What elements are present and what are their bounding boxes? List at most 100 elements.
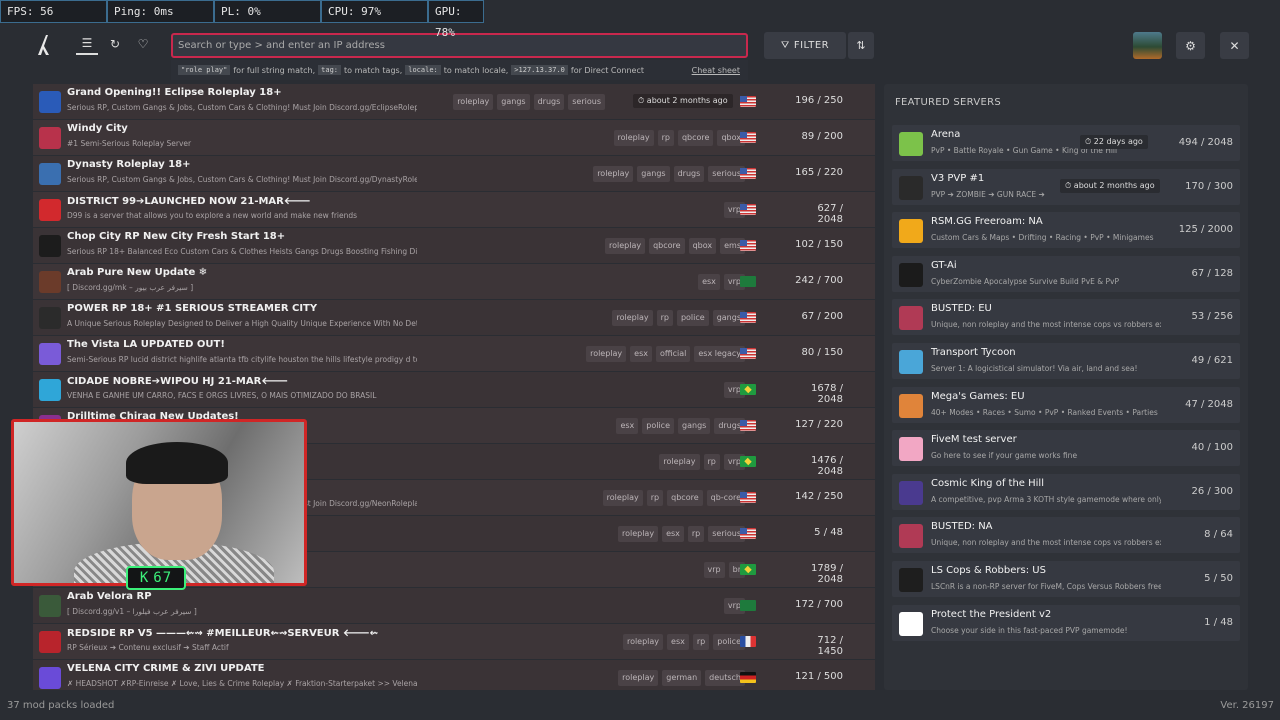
server-description: VENHA E GANHE UM CARRO, FACS E ORGS LIVR… bbox=[67, 391, 377, 400]
server-row[interactable]: VELENA CITY CRIME & ZIVI UPDATE ✗ HEADSHO… bbox=[33, 660, 875, 690]
server-tag[interactable]: roleplay bbox=[602, 490, 643, 506]
featured-server-card[interactable]: Transport Tycoon Server 1: A logicistical… bbox=[892, 343, 1240, 379]
server-tag[interactable]: gangs bbox=[678, 418, 711, 434]
featured-server-icon bbox=[899, 262, 923, 287]
server-icon bbox=[39, 163, 61, 185]
server-tag[interactable]: official bbox=[656, 346, 691, 362]
server-tag[interactable]: roleplay bbox=[593, 166, 634, 182]
server-tag[interactable]: police bbox=[642, 418, 675, 434]
server-tag[interactable]: roleplay bbox=[612, 310, 653, 326]
featured-server-card[interactable]: Arena PvP • Battle Royale • Gun Game • Ki… bbox=[892, 125, 1240, 161]
flag-us-icon bbox=[740, 204, 756, 215]
server-row[interactable]: Arab Pure New Update ❄ [ Discord.gg/mk – … bbox=[33, 264, 875, 300]
server-tag[interactable]: rp bbox=[646, 490, 664, 506]
player-count: 47 / 2048 bbox=[1185, 398, 1233, 410]
featured-server-description: CyberZombie Apocalypse Survive Build PvE… bbox=[931, 276, 1119, 286]
cheat-sheet-link[interactable]: Cheat sheet bbox=[692, 66, 740, 75]
server-tag[interactable]: rp bbox=[703, 454, 720, 470]
server-tag[interactable]: rp bbox=[657, 130, 674, 146]
server-tag[interactable]: gangs bbox=[497, 94, 530, 110]
server-tag[interactable]: rp bbox=[687, 526, 705, 542]
server-row[interactable]: POWER RP 18+ #1 SERIOUS STREAMER CITY A U… bbox=[33, 300, 875, 336]
featured-server-card[interactable]: GT-Ai CyberZombie Apocalypse Survive Buil… bbox=[892, 255, 1240, 292]
server-tag[interactable]: esx bbox=[630, 346, 652, 362]
kick-logo-icon: K bbox=[139, 570, 150, 586]
server-tag[interactable]: qbcore bbox=[649, 238, 685, 254]
server-tag[interactable]: roleplay bbox=[604, 238, 646, 254]
server-tag[interactable]: qbcore bbox=[667, 490, 703, 506]
webcam-badge-count: 67 bbox=[153, 570, 173, 586]
filter-button[interactable]: ⛛ FILTER bbox=[764, 32, 846, 59]
featured-server-card[interactable]: Mega's Games: EU 40+ Modes • Races • Sumo… bbox=[892, 386, 1240, 423]
server-icon bbox=[39, 667, 61, 689]
server-tag[interactable]: gangs bbox=[637, 166, 670, 182]
player-count: 67 / 200 bbox=[801, 311, 843, 322]
server-tag[interactable]: qbcore bbox=[677, 130, 714, 146]
server-tag[interactable]: roleplay bbox=[613, 130, 654, 146]
featured-server-card[interactable]: Cosmic King of the Hill A competitive, pv… bbox=[892, 473, 1240, 510]
server-tag[interactable]: roleplay bbox=[618, 670, 659, 686]
server-tag[interactable]: roleplay bbox=[617, 526, 659, 542]
server-row[interactable]: The Vista LA UPDATED OUT! Semi-Serious RP… bbox=[33, 336, 875, 372]
search-input[interactable]: Search or type > and enter an IP address bbox=[171, 33, 748, 58]
close-button[interactable]: ✕ bbox=[1220, 32, 1249, 59]
featured-server-description: A competitive, pvp Arma 3 KOTH style gam… bbox=[931, 494, 1161, 504]
settings-button[interactable]: ⚙ bbox=[1176, 32, 1205, 59]
featured-server-icon bbox=[899, 219, 923, 244]
server-tag[interactable]: esx bbox=[662, 526, 684, 542]
history-icon[interactable]: ↻ bbox=[104, 33, 126, 55]
flag-us-icon bbox=[740, 96, 756, 107]
server-name: The Vista LA UPDATED OUT! bbox=[67, 339, 225, 350]
server-name: REDSIDE RP V5 ———⇜⇝ #MEILLEUR⇜⇝SERVEUR 🡐… bbox=[67, 628, 379, 639]
featured-server-card[interactable]: BUSTED: NA Unique, non roleplay and the m… bbox=[892, 517, 1240, 554]
server-name: Dynasty Roleplay 18+ bbox=[67, 159, 191, 170]
mod-packs-status: 37 mod packs loaded bbox=[7, 700, 115, 711]
server-tag[interactable]: drugs bbox=[533, 94, 565, 110]
player-count: 8 / 64 bbox=[1204, 529, 1233, 541]
featured-server-card[interactable]: RSM.GG Freeroam: NA Custom Cars & Maps • … bbox=[892, 212, 1240, 249]
server-row[interactable]: Arab Velora RP [ Discord.gg/v1 – سيرفر عر… bbox=[33, 588, 875, 624]
featured-server-card[interactable]: BUSTED: EU Unique, non roleplay and the m… bbox=[892, 299, 1240, 336]
flag-br-icon bbox=[740, 384, 756, 395]
server-row[interactable]: CIDADE NOBRE➔WIPOU HJ 21-MAR🡐 VENHA E GAN… bbox=[33, 372, 875, 408]
sort-button[interactable]: ⇅ bbox=[848, 32, 874, 59]
server-row[interactable]: DISTRICT 99➔LAUNCHED NOW 21-MAR🡐 D99 is a… bbox=[33, 192, 875, 228]
server-tag[interactable]: roleplay bbox=[586, 346, 627, 362]
server-tag[interactable]: esx bbox=[698, 274, 720, 290]
server-row[interactable]: Dynasty Roleplay 18+ Serious RP, Custom G… bbox=[33, 156, 875, 192]
server-row[interactable]: Windy City #1 Semi-Serious Roleplay Serve… bbox=[33, 120, 875, 156]
server-list-icon[interactable]: ☰ bbox=[76, 33, 98, 55]
server-row[interactable]: Chop City RP New City Fresh Start 18+ Ser… bbox=[33, 228, 875, 264]
featured-server-card[interactable]: FiveM test server Go here to see if your … bbox=[892, 430, 1240, 467]
server-tag[interactable]: drugs bbox=[673, 166, 705, 182]
featured-server-card[interactable]: LS Cops & Robbers: US LSCnR is a non-RP s… bbox=[892, 561, 1240, 597]
server-tag[interactable]: serious bbox=[568, 94, 605, 110]
favorites-heart-icon[interactable]: ♡ bbox=[132, 33, 154, 55]
server-tag[interactable]: roleplay bbox=[453, 94, 494, 110]
player-count: 5 / 48 bbox=[814, 527, 843, 538]
fivem-logo-icon[interactable] bbox=[36, 34, 56, 56]
server-tag[interactable]: roleplay bbox=[622, 634, 664, 650]
server-tag[interactable]: roleplay bbox=[659, 454, 700, 470]
updated-text: about 2 months ago bbox=[1073, 180, 1155, 190]
server-tag[interactable]: rp bbox=[692, 634, 710, 650]
server-tag[interactable]: esx legacy bbox=[694, 346, 745, 362]
server-tag[interactable]: vrp bbox=[703, 562, 725, 578]
server-tags: roleplay rp qbcore qbox bbox=[613, 130, 745, 146]
featured-server-card[interactable]: V3 PVP #1 PVP ➔ ZOMBIE ➔ GUN RACE ➔ ⏱ abou… bbox=[892, 168, 1240, 205]
server-tag[interactable]: police bbox=[676, 310, 709, 326]
server-tag[interactable]: esx bbox=[667, 634, 689, 650]
performance-overlay: FPS: 56 Ping: 0ms PL: 0% CPU: 97% GPU: 7… bbox=[0, 0, 484, 39]
featured-server-card[interactable]: Protect the President v2 Choose your side… bbox=[892, 604, 1240, 641]
profile-avatar[interactable] bbox=[1133, 32, 1162, 59]
server-row[interactable]: Grand Opening!! Eclipse Roleplay 18+ Seri… bbox=[33, 84, 875, 120]
updated-text: 22 days ago bbox=[1093, 137, 1143, 146]
player-count: 712 / 1450 bbox=[817, 635, 843, 657]
server-tag[interactable]: qbox bbox=[688, 238, 717, 254]
server-row[interactable]: REDSIDE RP V5 ———⇜⇝ #MEILLEUR⇜⇝SERVEUR 🡐… bbox=[33, 624, 875, 660]
server-name: Grand Opening!! Eclipse Roleplay 18+ bbox=[67, 87, 282, 98]
server-tag[interactable]: rp bbox=[656, 310, 673, 326]
server-tag[interactable]: german bbox=[662, 670, 702, 686]
server-tag[interactable]: esx bbox=[616, 418, 639, 434]
featured-server-name: Transport Tycoon bbox=[931, 347, 1016, 358]
